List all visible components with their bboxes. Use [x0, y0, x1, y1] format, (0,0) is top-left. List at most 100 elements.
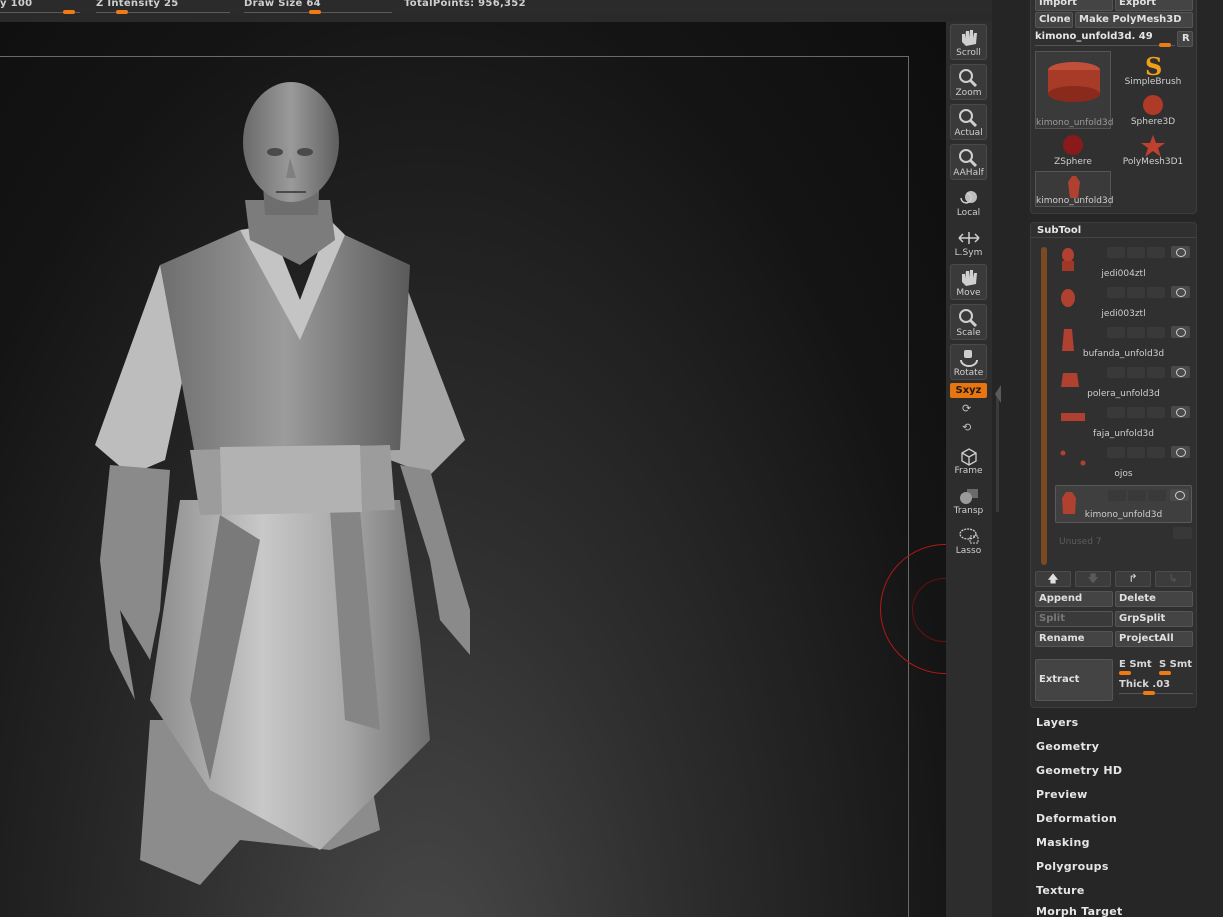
transp-button[interactable]: Transp [950, 482, 987, 518]
subtool-item[interactable]: polera_unfold3d [1055, 363, 1192, 401]
tool-thumb-label: Sphere3D [1130, 117, 1176, 127]
redo-arrow-button[interactable]: ↱ [1115, 571, 1151, 587]
lsym-button[interactable]: L.Sym [950, 224, 987, 260]
visibility-eye-icon[interactable] [1171, 366, 1190, 378]
current-tool-slider[interactable]: kimono_unfold3d. 49 [1035, 31, 1175, 47]
lsym-label: L.Sym [954, 248, 983, 258]
rotate-button[interactable]: Rotate [950, 344, 987, 380]
geometry-hd-menu[interactable]: Geometry HD [1036, 764, 1122, 777]
subtool-item[interactable]: faja_unfold3d [1055, 403, 1192, 441]
z-intensity-slider[interactable]: Z Intensity 25 [96, 0, 230, 14]
subtool-item[interactable]: bufanda_unfold3d [1055, 323, 1192, 361]
subtool-name: polera_unfold3d [1087, 389, 1160, 399]
visibility-eye-icon[interactable] [1171, 286, 1190, 298]
zoom-magnifier-icon [959, 69, 978, 88]
delete-button[interactable]: Delete [1115, 591, 1193, 607]
r-button[interactable]: R [1177, 31, 1193, 47]
e-smt-label: E Smt [1119, 659, 1152, 670]
grpsplit-button[interactable]: GrpSplit [1115, 611, 1193, 627]
draw-size-slider[interactable]: Draw Size 64 [244, 0, 392, 14]
layers-menu[interactable]: Layers [1036, 716, 1079, 729]
visibility-eye-icon[interactable] [1171, 326, 1190, 338]
transp-icon [960, 489, 978, 504]
xyz-rotation-toggle[interactable]: Sxyz [950, 383, 987, 398]
import-button[interactable]: Import [1035, 0, 1113, 11]
scale-button[interactable]: Scale [950, 304, 987, 340]
tool-thumb-label: SimpleBrush [1124, 77, 1182, 87]
lsym-arrows-icon [958, 232, 980, 244]
s-smt-toggle[interactable]: S Smt [1159, 659, 1195, 675]
projectall-button[interactable]: ProjectAll [1115, 631, 1193, 647]
shelf-scrollbar[interactable] [996, 392, 999, 512]
polygroups-menu[interactable]: Polygroups [1036, 860, 1109, 873]
visibility-eye-icon[interactable] [1170, 489, 1189, 501]
panel-divider[interactable] [992, 0, 1028, 917]
rgb-intensity-slider[interactable]: y 100 [0, 0, 80, 14]
actual-button[interactable]: Actual [950, 104, 987, 140]
transp-label: Transp [953, 506, 984, 516]
sphere3d-icon [1143, 95, 1163, 115]
move-up-button[interactable]: 🡅 [1035, 571, 1071, 587]
masking-menu[interactable]: Masking [1036, 836, 1090, 849]
tool-thumb-kimono-mesh[interactable]: kimono_unfold3d [1035, 171, 1113, 207]
morph-target-menu[interactable]: Morph Target [1036, 905, 1123, 917]
append-button[interactable]: Append [1035, 591, 1113, 607]
redo-disabled-button[interactable]: ↳ [1155, 571, 1191, 587]
tool-thumb-sphere3d[interactable]: Sphere3D [1115, 91, 1191, 127]
simplebrush-s-icon: S [1145, 53, 1162, 79]
move-button[interactable]: Move [950, 264, 987, 300]
preview-menu[interactable]: Preview [1036, 788, 1088, 801]
subtool-item-selected[interactable]: kimono_unfold3d [1055, 485, 1192, 523]
aahalf-button[interactable]: AAHalf [950, 144, 987, 180]
move-down-button[interactable]: 🡇 [1075, 571, 1111, 587]
unused-slot [1173, 527, 1192, 539]
subtool-name: faja_unfold3d [1093, 429, 1154, 439]
subtool-scrollbar[interactable] [1041, 247, 1047, 565]
local-button[interactable]: Local [950, 184, 987, 220]
deformation-menu[interactable]: Deformation [1036, 812, 1117, 825]
total-points-readout: TotalPoints: 956,352 [404, 0, 526, 9]
canvas-viewport[interactable] [0, 22, 946, 917]
export-button[interactable]: Export [1115, 0, 1193, 11]
draw-size-label: Draw Size 64 [244, 0, 321, 9]
scroll-button[interactable]: Scroll [950, 24, 987, 60]
visibility-eye-icon[interactable] [1171, 406, 1190, 418]
subtool-item[interactable]: jedi003ztl [1055, 283, 1192, 321]
tool-thumb-kimono[interactable]: kimono_unfold3d [1035, 51, 1114, 129]
e-smt-toggle[interactable]: E Smt [1119, 659, 1157, 675]
visibility-eye-icon[interactable] [1171, 246, 1190, 258]
zoom-button[interactable]: Zoom [950, 64, 987, 100]
rename-button[interactable]: Rename [1035, 631, 1113, 647]
subtool-subpanel: SubTool jedi004ztl jedi003ztl bufanda_un… [1030, 222, 1197, 708]
clone-button[interactable]: Clone [1035, 12, 1073, 28]
split-button[interactable]: Split [1035, 611, 1113, 627]
tool-thumb-polymesh3d1[interactable]: PolyMesh3D1 [1115, 131, 1191, 167]
subtool-title: SubTool [1037, 225, 1082, 236]
actual-magnifier-icon [959, 109, 978, 128]
zsphere-icon [1063, 135, 1083, 155]
subtool-item[interactable]: jedi004ztl [1055, 243, 1192, 281]
thick-slider[interactable]: Thick .03 [1119, 679, 1193, 695]
frame-button[interactable]: Frame [950, 442, 987, 478]
visibility-eye-icon[interactable] [1171, 446, 1190, 458]
subtool-item[interactable]: ojos [1055, 443, 1192, 481]
tool-thumb-zsphere[interactable]: ZSphere [1035, 131, 1111, 167]
make-polymesh3d-button[interactable]: Make PolyMesh3D [1075, 12, 1193, 28]
collapse-arrow-icon[interactable] [995, 385, 1001, 403]
extract-button[interactable]: Extract [1035, 659, 1113, 701]
s-smt-label: S Smt [1159, 659, 1193, 670]
geometry-menu[interactable]: Geometry [1036, 740, 1099, 753]
tool-thumb-label: kimono_unfold3d [1036, 118, 1114, 128]
lasso-button[interactable]: Lasso [950, 522, 987, 558]
polymesh-star-icon [1141, 135, 1165, 157]
texture-menu[interactable]: Texture [1036, 884, 1085, 897]
y-rotate-icon[interactable]: ⟳ [962, 402, 971, 415]
z-rotate-icon[interactable]: ⟲ [962, 421, 971, 434]
aahalf-magnifier-icon [959, 149, 978, 168]
subtool-name: kimono_unfold3d [1084, 510, 1163, 520]
jedi-model-render [95, 82, 470, 885]
tool-thumb-simplebrush[interactable]: S SimpleBrush [1115, 51, 1191, 87]
move-hand-icon [962, 270, 977, 286]
kimono-belt-icon [1048, 62, 1100, 102]
tool-thumb-label: ZSphere [1054, 157, 1092, 167]
